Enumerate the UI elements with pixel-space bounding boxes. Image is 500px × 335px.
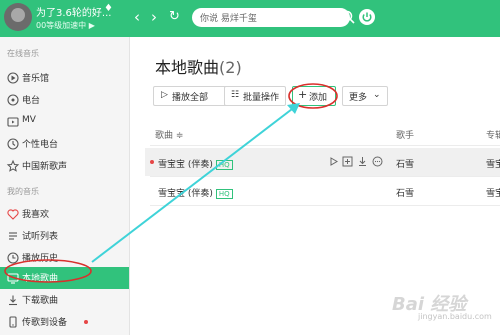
chevron-down-icon: ⌄ [373, 90, 381, 100]
album-name[interactable]: 雪宝 [486, 186, 500, 199]
sidebar-item-music-hall[interactable]: 音乐馆 [0, 67, 129, 89]
song-title[interactable]: 雪宝宝 (伴奏) HQ [158, 186, 233, 199]
clock-icon [7, 252, 19, 264]
sidebar-item-mv[interactable]: MV [0, 111, 129, 133]
album-name[interactable]: 雪宝 [486, 157, 500, 170]
play-all-label: 播放全部 [172, 93, 209, 103]
more-options-icon[interactable] [372, 156, 383, 167]
section-title-my-music: 我的音乐 [7, 187, 39, 196]
sidebar-item-favorites[interactable]: 我喜欢 [0, 203, 129, 225]
watermark-url: jingyan.baidu.com [418, 312, 492, 321]
sidebar-item-label: 音乐馆 [22, 74, 50, 84]
top-bar: 为了3.6轮的好... ♦ 00等级加速中 ▶ ‹ › ↻ 你说 易烊千玺 [0, 0, 500, 37]
sidebar-item-label: 个性电台 [22, 140, 59, 150]
more-button[interactable]: 更多 ⌄ [342, 86, 388, 106]
batch-list-icon: ☷ [231, 90, 240, 100]
column-singer[interactable]: 歌手 [396, 128, 414, 141]
star-icon [6, 159, 20, 172]
music-hall-icon [7, 72, 19, 84]
add-button[interactable]: + 添加 [292, 86, 336, 106]
header-divider [150, 145, 500, 146]
sidebar-item-label: 中国新歌声 [22, 162, 68, 172]
back-button[interactable]: ‹ [134, 8, 140, 26]
page-title-text: 本地歌曲 [155, 58, 220, 77]
page-title: 本地歌曲(2) [155, 54, 242, 78]
sidebar-item-new-songs[interactable]: 中国新歌声 [0, 155, 129, 177]
vip-status[interactable]: 00等级加速中 ▶ [36, 20, 95, 31]
sidebar-item-label: 下载歌曲 [22, 296, 59, 306]
download-icon[interactable] [357, 156, 368, 167]
heart-icon [7, 209, 19, 220]
song-count: (2) [219, 58, 242, 77]
search-placeholder: 你说 易烊千玺 [200, 14, 257, 24]
column-album[interactable]: 专辑 [486, 128, 500, 141]
personal-radio-icon [7, 138, 19, 150]
playing-indicator [150, 160, 154, 164]
sidebar-item-device-transfer[interactable]: 传歌到设备 [0, 311, 129, 333]
power-icon[interactable] [358, 8, 376, 26]
sidebar-item-history[interactable]: 播放历史 [0, 247, 129, 269]
sidebar-item-label: 试听列表 [22, 232, 59, 242]
sidebar-item-trial-list[interactable]: 试听列表 [0, 225, 129, 247]
plus-icon: + [298, 88, 308, 101]
sidebar: 在线音乐 音乐馆 电台 MV 个性电台 中国新歌声 我的音乐 我喜欢 试听列表 … [0, 37, 130, 335]
monitor-icon [7, 273, 19, 284]
song-title-text: 雪宝宝 (伴奏) [158, 189, 213, 199]
avatar[interactable] [4, 3, 32, 31]
sidebar-item-local-songs[interactable]: 本地歌曲 [0, 267, 129, 289]
refresh-button[interactable]: ↻ [169, 8, 180, 26]
search-input[interactable]: 你说 易烊千玺 [192, 8, 350, 27]
song-title[interactable]: 雪宝宝 (伴奏) HQ [158, 157, 233, 170]
list-icon [9, 232, 17, 240]
row-divider [150, 205, 500, 206]
sidebar-item-label: 我喜欢 [22, 210, 50, 220]
add-to-icon[interactable] [342, 156, 353, 167]
row-divider [150, 176, 500, 177]
more-label: 更多 [349, 93, 368, 103]
sidebar-item-label: 本地歌曲 [22, 274, 59, 284]
vip-diamond-icon[interactable]: ♦ [104, 3, 113, 14]
play-icon: ▷ [161, 90, 168, 100]
section-title-online: 在线音乐 [7, 49, 39, 58]
batch-label: 批量操作 [243, 93, 280, 103]
device-icon [9, 316, 17, 328]
username[interactable]: 为了3.6轮的好... [36, 4, 111, 19]
sidebar-item-label: 电台 [22, 96, 41, 106]
download-icon [9, 295, 17, 306]
sidebar-item-downloads[interactable]: 下载歌曲 [0, 289, 129, 311]
forward-button[interactable]: › [151, 8, 157, 26]
add-label: 添加 [309, 93, 328, 103]
play-icon[interactable] [328, 156, 339, 167]
sidebar-item-radio[interactable]: 电台 [0, 89, 129, 111]
sidebar-item-label: 传歌到设备 [22, 318, 68, 328]
radio-icon [7, 94, 19, 106]
song-title-text: 雪宝宝 (伴奏) [158, 160, 213, 170]
notification-dot [84, 320, 88, 324]
batch-operation-button[interactable]: ☷ 批量操作 [224, 86, 286, 106]
hq-badge: HQ [215, 188, 233, 199]
singer-name[interactable]: 石雪 [396, 186, 414, 199]
play-all-button[interactable]: ▷ 播放全部 [153, 86, 229, 106]
singer-name[interactable]: 石雪 [396, 157, 414, 170]
hq-badge: HQ [215, 159, 233, 170]
sidebar-item-label: MV [22, 115, 36, 125]
sidebar-item-personal-radio[interactable]: 个性电台 [0, 133, 129, 155]
mv-icon [7, 117, 19, 127]
column-song[interactable]: 歌曲 ≑ [155, 128, 183, 141]
search-icon[interactable] [340, 9, 356, 25]
sidebar-item-label: 播放历史 [22, 254, 59, 264]
